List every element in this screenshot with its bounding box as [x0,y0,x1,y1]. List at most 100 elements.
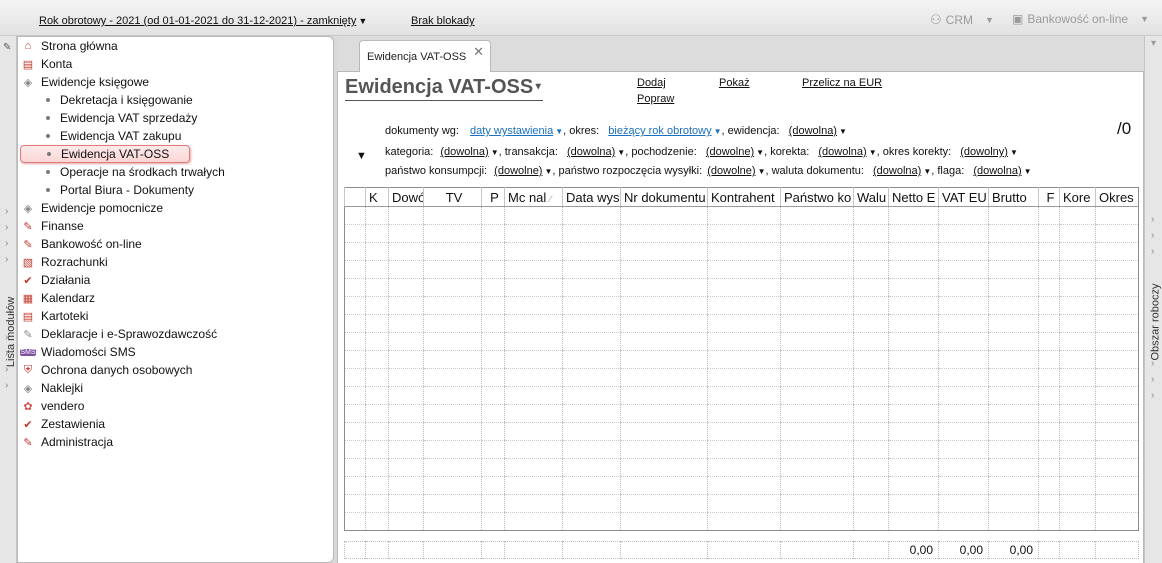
table-cell[interactable] [1038,494,1060,513]
table-cell[interactable] [620,476,708,495]
table-cell[interactable] [1038,260,1060,279]
table-cell[interactable] [780,476,854,495]
docs-by-dropdown[interactable]: daty wystawienia ▼ [470,125,563,137]
table-cell[interactable] [1059,260,1096,279]
table-cell[interactable] [388,476,424,495]
table-cell[interactable] [988,368,1039,387]
table-cell[interactable] [344,242,366,261]
table-cell[interactable] [1095,242,1139,261]
column-header[interactable]: Kore [1059,187,1096,207]
period-dropdown[interactable]: bieżący rok obrotowy ▼ [608,125,721,137]
table-cell[interactable] [423,206,482,225]
table-cell[interactable] [504,440,563,459]
table-cell[interactable] [504,494,563,513]
table-row[interactable] [344,386,1139,405]
table-cell[interactable] [988,224,1039,243]
fiscal-year-selector[interactable]: Rok obrotowy - 2021 (od 01-01-2021 do 31… [39,15,367,27]
sidebar-item-sms[interactable]: SMS Wiadomości SMS [20,343,136,361]
table-cell[interactable] [888,242,939,261]
table-cell[interactable] [1038,314,1060,333]
table-cell[interactable] [1095,440,1139,459]
module-list-strip[interactable]: ✎ Lista modułów › › › › › › › › [0,36,17,563]
table-cell[interactable] [1038,206,1060,225]
table-cell[interactable] [853,476,889,495]
table-cell[interactable] [1038,404,1060,423]
table-row[interactable] [344,206,1139,225]
table-cell[interactable] [888,386,939,405]
table-row[interactable] [344,260,1139,279]
table-row[interactable] [344,458,1139,477]
recalc-eur-button[interactable]: Przelicz na EUR [802,77,882,89]
lock-status-link[interactable]: Brak blokady [411,15,475,27]
table-cell[interactable] [481,404,505,423]
table-cell[interactable] [853,512,889,531]
column-header[interactable]: Okres [1095,187,1139,207]
table-cell[interactable] [481,386,505,405]
table-cell[interactable] [888,422,939,441]
table-cell[interactable] [938,458,989,477]
sidebar-subitem-portal[interactable]: Portal Biura - Dokumenty [46,181,194,199]
table-cell[interactable] [365,242,389,261]
transaction-dropdown[interactable]: (dowolna) ▼ [567,146,625,158]
table-cell[interactable] [344,512,366,531]
table-cell[interactable] [365,512,389,531]
table-cell[interactable] [1095,296,1139,315]
sidebar-item-calendar[interactable]: ▦ Kalendarz [20,289,95,307]
table-cell[interactable] [938,314,989,333]
table-cell[interactable] [707,476,781,495]
table-cell[interactable] [562,440,621,459]
table-cell[interactable] [938,494,989,513]
table-cell[interactable] [707,350,781,369]
table-cell[interactable] [888,296,939,315]
table-cell[interactable] [562,224,621,243]
sidebar-subitem-fixed-assets[interactable]: Operacje na środkach trwałych [46,163,225,181]
sidebar-item-stickers[interactable]: ◈ Naklejki [20,379,83,397]
table-cell[interactable] [780,440,854,459]
table-cell[interactable] [481,422,505,441]
table-cell[interactable] [707,368,781,387]
table-cell[interactable] [388,296,424,315]
table-cell[interactable] [344,440,366,459]
table-cell[interactable] [1095,350,1139,369]
table-cell[interactable] [481,332,505,351]
table-cell[interactable] [562,260,621,279]
table-cell[interactable] [562,278,621,297]
table-cell[interactable] [388,206,424,225]
table-cell[interactable] [888,476,939,495]
sidebar-item-finance[interactable]: ✎ Finanse [20,217,83,235]
table-cell[interactable] [620,242,708,261]
table-cell[interactable] [620,350,708,369]
table-cell[interactable] [423,278,482,297]
filter-toggle-icon[interactable]: ▼ [356,150,367,162]
table-cell[interactable] [481,368,505,387]
sidebar-item-settlements[interactable]: ▧ Rozrachunki [20,253,108,271]
table-cell[interactable] [853,278,889,297]
consumption-country-dropdown[interactable]: (dowolne) ▼ [494,165,552,177]
table-cell[interactable] [562,332,621,351]
table-row[interactable] [344,422,1139,441]
table-cell[interactable] [423,332,482,351]
origin-dropdown[interactable]: (dowolne) ▼ [706,146,764,158]
table-cell[interactable] [1038,278,1060,297]
table-cell[interactable] [707,404,781,423]
table-cell[interactable] [620,224,708,243]
table-cell[interactable] [938,224,989,243]
currency-dropdown[interactable]: (dowolna) ▼ [873,165,931,177]
table-row[interactable] [344,332,1139,351]
table-cell[interactable] [938,404,989,423]
table-cell[interactable] [888,314,939,333]
pin-icon[interactable]: ✎ [3,42,11,53]
table-cell[interactable] [780,512,854,531]
table-cell[interactable] [562,368,621,387]
table-cell[interactable] [780,422,854,441]
table-cell[interactable] [504,260,563,279]
table-cell[interactable] [707,242,781,261]
table-cell[interactable] [423,440,482,459]
column-header[interactable]: Data wys [562,187,621,207]
table-cell[interactable] [1059,278,1096,297]
table-cell[interactable] [938,206,989,225]
table-row[interactable] [344,404,1139,423]
table-cell[interactable] [481,440,505,459]
sidebar-item-reports[interactable]: ✔ Zestawienia [20,415,105,433]
table-cell[interactable] [388,440,424,459]
